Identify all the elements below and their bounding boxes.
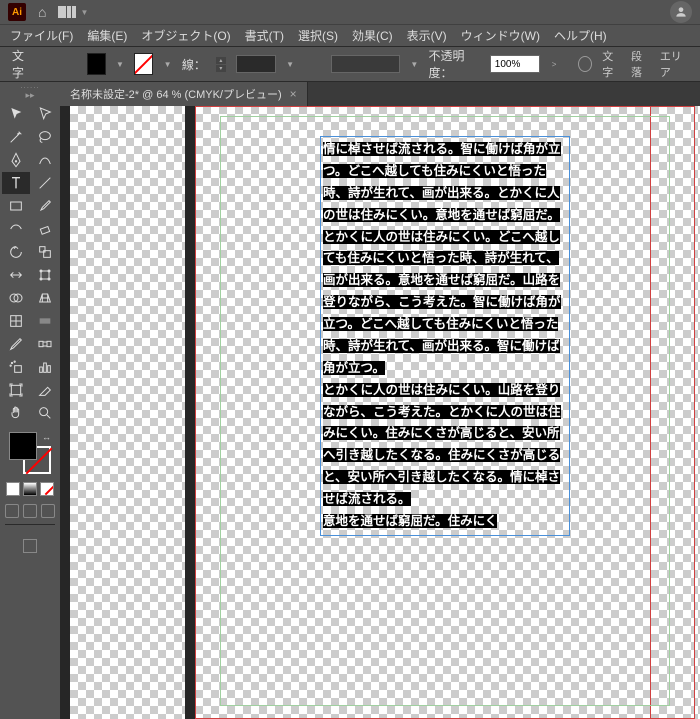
home-icon[interactable]: ⌂ xyxy=(38,4,46,20)
scale-tool[interactable] xyxy=(31,241,59,263)
rectangle-tool[interactable] xyxy=(2,195,30,217)
tool-panel: ▸▸ ↔ xyxy=(0,82,60,719)
panel-link-paragraph[interactable]: 段落 xyxy=(631,48,650,80)
canvas[interactable]: 情に棹させば流される。智に働けば角が立つ。どこへ越しても住みにくいと悟った時、詩… xyxy=(60,106,700,719)
text-line[interactable]: 意地を通せば窮屈だ。住みにく xyxy=(323,514,497,528)
rotate-tool[interactable] xyxy=(2,241,30,263)
direct-selection-tool[interactable] xyxy=(31,103,59,125)
separator xyxy=(5,524,55,525)
stroke-dropdown-icon[interactable]: ▼ xyxy=(163,55,172,73)
text-line[interactable]: とかくに人の世は住みにくい。山路を登りながら、こう考えた。とかくに人の世は住みに… xyxy=(323,383,561,506)
menu-edit[interactable]: 編集(E) xyxy=(81,25,133,46)
eyedropper-tool[interactable] xyxy=(2,333,30,355)
stroke-label: 線： xyxy=(182,56,206,73)
pen-tool[interactable] xyxy=(2,149,30,171)
swap-fill-stroke-icon[interactable]: ↔ xyxy=(42,432,51,442)
artboard-tool[interactable] xyxy=(2,379,30,401)
eraser-tool[interactable] xyxy=(31,218,59,240)
lasso-tool[interactable] xyxy=(31,126,59,148)
menu-select[interactable]: 選択(S) xyxy=(292,25,344,46)
line-segment-tool[interactable] xyxy=(31,172,59,194)
hand-tool[interactable] xyxy=(2,402,30,424)
opacity-dropdown-icon[interactable]: > xyxy=(550,55,559,73)
menu-file[interactable]: ファイル(F) xyxy=(4,25,79,46)
stroke-swatch[interactable] xyxy=(134,53,153,75)
fill-dropdown-icon[interactable]: ▼ xyxy=(116,55,125,73)
menu-view[interactable]: 表示(V) xyxy=(401,25,453,46)
fill-swatch[interactable] xyxy=(87,53,106,75)
mesh-tool[interactable] xyxy=(2,310,30,332)
stroke-width-input[interactable] xyxy=(236,55,276,73)
color-mode-none[interactable] xyxy=(40,482,54,496)
menu-window[interactable]: ウィンドウ(W) xyxy=(455,25,546,46)
fill-color-icon[interactable] xyxy=(9,432,37,460)
slice-tool[interactable] xyxy=(31,379,59,401)
current-tool-label: 文字 xyxy=(12,47,33,81)
gradient-tool[interactable] xyxy=(31,310,59,332)
brush-definition-dropdown[interactable] xyxy=(331,55,400,73)
draw-mode-row xyxy=(5,504,55,518)
menu-effect[interactable]: 効果(C) xyxy=(346,25,399,46)
shaper-tool[interactable] xyxy=(2,218,30,240)
document-tab-bar: 名称未設定-2* @ 64 % (CMYK/プレビュー) × xyxy=(60,82,700,106)
text-line[interactable]: とかくに人の世は住みにくい。どこへ越しても住みにくいと悟った時、詩が生れて、画が… xyxy=(323,230,561,375)
artboard-bg-left xyxy=(70,106,185,719)
blend-tool[interactable] xyxy=(31,333,59,355)
draw-behind-icon[interactable] xyxy=(23,504,37,518)
panel-link-area[interactable]: エリア xyxy=(660,48,688,80)
color-mode-normal[interactable] xyxy=(6,482,20,496)
perspective-grid-tool[interactable] xyxy=(31,287,59,309)
opacity-input[interactable] xyxy=(490,55,540,73)
color-mode-row xyxy=(6,482,54,496)
panel-link-character[interactable]: 文字 xyxy=(602,48,621,80)
curvature-tool[interactable] xyxy=(31,149,59,171)
panel-grip[interactable] xyxy=(10,84,50,88)
menu-format[interactable]: 書式(T) xyxy=(239,25,290,46)
width-tool[interactable] xyxy=(2,264,30,286)
free-transform-tool[interactable] xyxy=(31,264,59,286)
screen-mode-icon[interactable] xyxy=(23,539,37,553)
chevron-down-icon[interactable]: ▼ xyxy=(80,8,88,17)
menu-object[interactable]: オブジェクト(O) xyxy=(135,25,236,46)
fill-stroke-control[interactable]: ↔ xyxy=(9,432,51,474)
brush-dropdown-icon[interactable]: ▼ xyxy=(410,55,419,73)
color-mode-gradient[interactable] xyxy=(23,482,37,496)
opacity-label: 不透明度： xyxy=(429,47,480,81)
draw-inside-icon[interactable] xyxy=(41,504,55,518)
draw-normal-icon[interactable] xyxy=(5,504,19,518)
menubar: ファイル(F) 編集(E) オブジェクト(O) 書式(T) 選択(S) 効果(C… xyxy=(0,24,700,46)
shape-builder-tool[interactable] xyxy=(2,287,30,309)
user-avatar-icon[interactable] xyxy=(670,1,692,23)
symbol-sprayer-tool[interactable] xyxy=(2,356,30,378)
menu-help[interactable]: ヘルプ(H) xyxy=(548,25,613,46)
selection-tool[interactable] xyxy=(2,103,30,125)
type-tool[interactable] xyxy=(2,172,30,194)
paintbrush-tool[interactable] xyxy=(31,195,59,217)
globe-icon[interactable] xyxy=(578,56,592,72)
workspace-switcher-icon[interactable] xyxy=(58,6,76,18)
zoom-tool[interactable] xyxy=(31,402,59,424)
collapse-panel-icon[interactable]: ▸▸ xyxy=(25,90,34,101)
document-tab[interactable]: 名称未設定-2* @ 64 % (CMYK/プレビュー) × xyxy=(60,82,308,106)
app-logo: Ai xyxy=(8,3,26,21)
control-bar: 文字 ▼ ▼ 線： ▴▾ ▼ ▼ 不透明度： > 文字 段落 エリア xyxy=(0,46,700,82)
text-frame[interactable]: 情に棹させば流される。智に働けば角が立つ。どこへ越しても住みにくいと悟った時、詩… xyxy=(320,136,570,536)
stroke-width-spinner[interactable]: ▴▾ xyxy=(216,57,226,72)
column-graph-tool[interactable] xyxy=(31,356,59,378)
text-line[interactable]: 情に棹させば流される。智に働けば角が立つ。どこへ越しても住みにくいと悟った時、詩… xyxy=(323,142,561,222)
stroke-width-dropdown-icon[interactable]: ▼ xyxy=(286,55,295,73)
magic-wand-tool[interactable] xyxy=(2,126,30,148)
document-tab-title: 名称未設定-2* @ 64 % (CMYK/プレビュー) xyxy=(70,86,282,102)
close-tab-icon[interactable]: × xyxy=(290,87,297,101)
